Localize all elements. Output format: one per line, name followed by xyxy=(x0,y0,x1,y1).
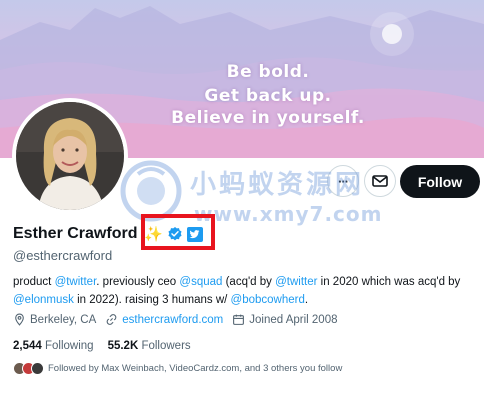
more-options-button[interactable]: ··· xyxy=(327,165,359,197)
profile-name: Esther Crawford xyxy=(13,225,138,242)
profile-stats: 2,544 Following 55.2K Followers xyxy=(13,340,205,352)
bio-mention-elonmusk[interactable]: @elonmusk xyxy=(13,294,74,306)
profile-handle: @esthercrawford xyxy=(13,248,113,263)
bio-text: . previously ceo xyxy=(96,276,180,288)
followed-by-text: Followed by Max Weinbach, VideoCardz.com… xyxy=(48,363,343,374)
banner-line-3: Believe in yourself. xyxy=(171,108,365,128)
following-label: Following xyxy=(44,340,94,352)
location-pin-icon xyxy=(15,313,24,326)
message-button[interactable] xyxy=(364,165,396,197)
follower-avatars xyxy=(13,362,44,375)
following-count: 2,544 xyxy=(13,340,42,352)
followers-count: 55.2K xyxy=(107,340,139,352)
profile-avatar[interactable] xyxy=(12,98,128,214)
watermark-logo-icon xyxy=(120,160,182,222)
joined-text: Joined April 2008 xyxy=(249,313,338,326)
bio-text: in 2022). raising 3 humans w/ xyxy=(73,294,231,306)
bio-mention-twitter[interactable]: @twitter xyxy=(55,276,97,288)
highlight-box xyxy=(141,214,215,250)
followers-label: Followers xyxy=(141,340,191,352)
banner-line-1: Be bold. xyxy=(226,62,310,82)
avatar-photo xyxy=(16,102,124,210)
banner-line-2: Get back up. xyxy=(204,86,332,106)
calendar-icon xyxy=(233,314,245,325)
location-text: Berkeley, CA xyxy=(30,313,97,326)
profile-bio: product @twitter. previously ceo @squad … xyxy=(13,273,473,309)
more-icon: ··· xyxy=(338,173,349,189)
link-icon xyxy=(106,314,117,325)
bio-mention-squad[interactable]: @squad xyxy=(179,276,222,288)
bio-text: (acq'd by xyxy=(222,276,276,288)
followed-by[interactable]: Followed by Max Weinbach, VideoCardz.com… xyxy=(13,362,342,375)
watermark-url-text: www.xmy7.com xyxy=(194,202,383,226)
meta-website[interactable]: esthercrawford.com xyxy=(105,313,223,326)
meta-location: Berkeley, CA xyxy=(13,313,96,326)
bio-mention-bobcowherd[interactable]: @bobcowherd xyxy=(231,294,305,306)
follow-button[interactable]: Follow xyxy=(400,165,480,198)
following-stat[interactable]: 2,544 Following xyxy=(13,340,94,352)
meta-joined: Joined April 2008 xyxy=(232,313,337,326)
avatar xyxy=(31,362,44,375)
bio-text: in 2020 which was acq'd by xyxy=(317,276,461,288)
bio-text: product xyxy=(13,276,55,288)
profile-meta: Berkeley, CA esthercrawford.com Joined A… xyxy=(13,313,346,326)
website-link[interactable]: esthercrawford.com xyxy=(122,314,223,326)
bio-text: . xyxy=(304,294,309,306)
bio-mention-twitter-2[interactable]: @twitter xyxy=(275,276,317,288)
envelope-icon xyxy=(372,175,388,187)
followers-stat[interactable]: 55.2K Followers xyxy=(108,340,191,352)
